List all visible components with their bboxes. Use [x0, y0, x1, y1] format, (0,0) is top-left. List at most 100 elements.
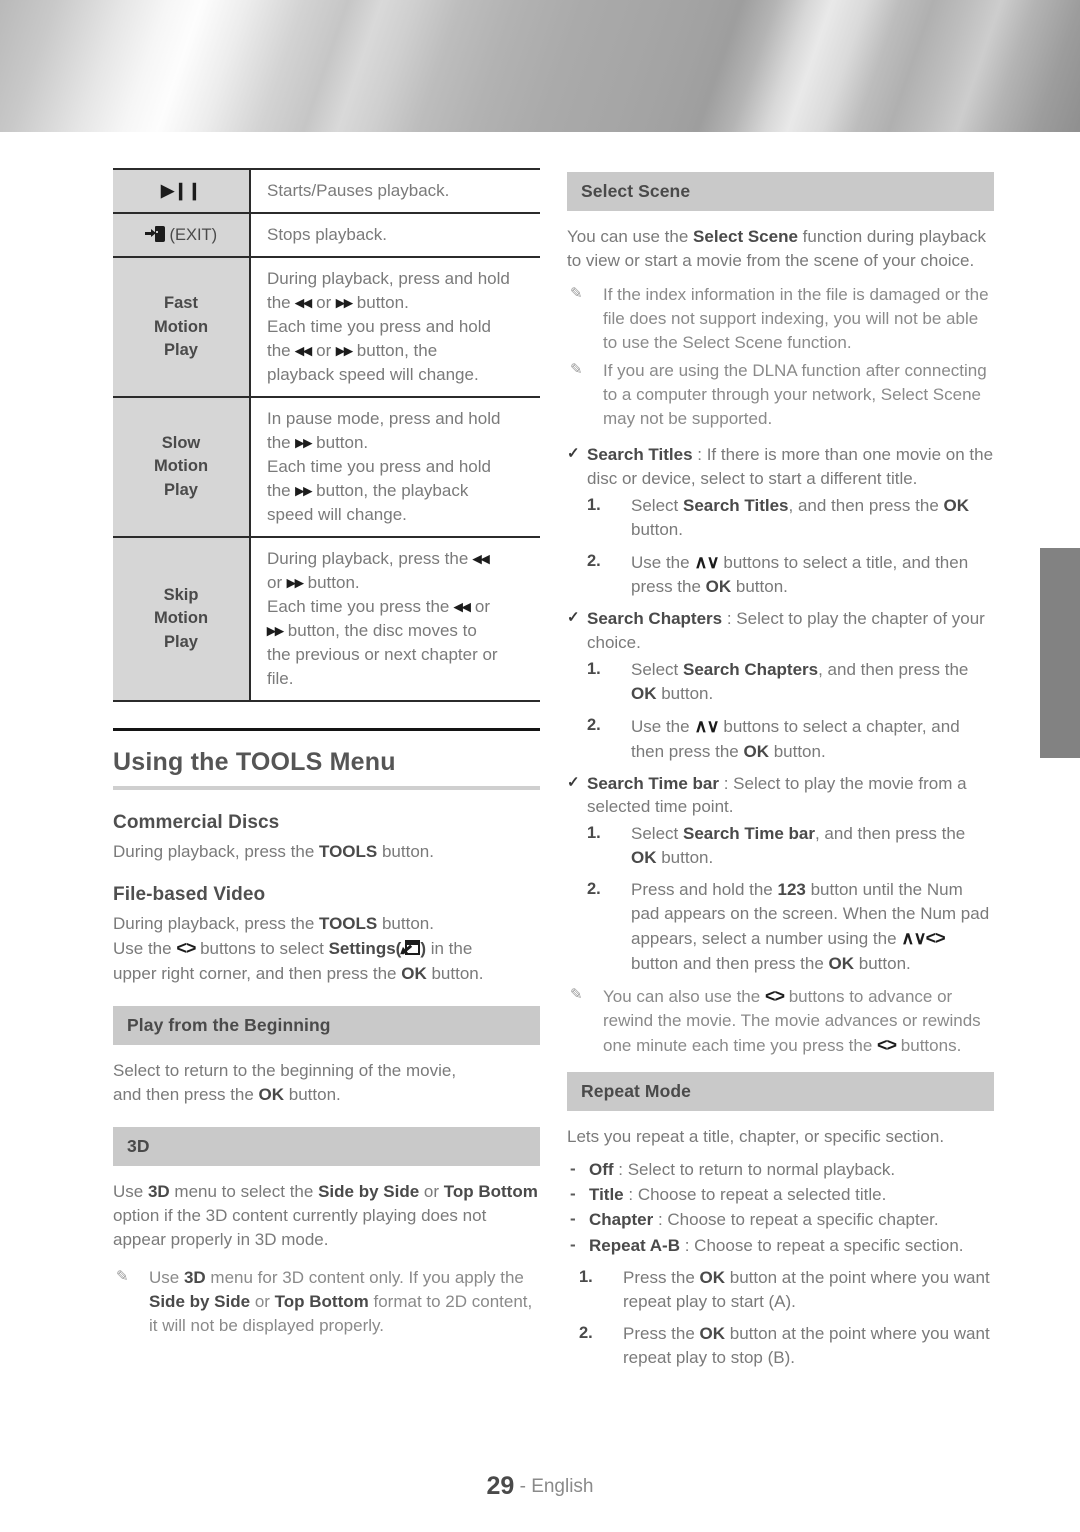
exit-door-icon	[144, 225, 165, 242]
fast-forward-icon: ▸▸	[295, 433, 312, 453]
repeat-option-title: - Title : Choose to repeat a selected tit…	[567, 1183, 994, 1207]
colon: :	[623, 1184, 638, 1204]
text-pre: During playback, press the	[113, 914, 319, 934]
search-titles-steps: 1. Select Search Titles, and then press t…	[567, 494, 994, 599]
section-divider	[113, 727, 540, 731]
dash-bullet-icon: -	[570, 1234, 576, 1254]
file-based-video-body: During playback, press the TOOLS button.…	[113, 912, 540, 986]
list-item: 1. Select Search Time bar, and then press…	[567, 822, 994, 870]
text-b: , and then press the	[814, 824, 966, 844]
text-a: and then press the	[113, 1084, 259, 1104]
side-by-side-option: Side by Side	[149, 1292, 251, 1312]
fast-forward-icon: ▸▸	[286, 573, 304, 593]
page-number: 29	[486, 1472, 515, 1500]
footer-separator: -	[519, 1476, 526, 1497]
repeat-mode-steps: 1. Press the OK button at the point where…	[567, 1266, 994, 1370]
key-cell-exit: (EXIT)	[113, 212, 251, 258]
fast-forward-icon: ▸▸	[336, 293, 353, 313]
up-down-arrows-icon: ∧∨	[694, 551, 719, 572]
text-c: or	[250, 1292, 275, 1312]
step-number: 2.	[579, 1324, 593, 1343]
section-bar-repeat-mode: Repeat Mode	[567, 1072, 994, 1112]
left-column: ▶❙❙ Starts/Pauses playback. (EXIT) Stops…	[113, 167, 540, 1342]
ok-button-name: OK	[401, 963, 427, 983]
option-label: Title	[589, 1184, 624, 1204]
ok-button-name: OK	[699, 1268, 726, 1288]
desc-cell-play-pause: Starts/Pauses playback.	[250, 167, 540, 214]
desc-cell-slow-motion-play: In pause mode, press and hold the ▸▸ but…	[250, 396, 540, 538]
table-row: ▶❙❙ Starts/Pauses playback.	[113, 167, 540, 214]
option-desc: Choose to repeat a selected title.	[637, 1184, 887, 1204]
section-bar-select-scene: Select Scene	[567, 172, 994, 211]
list-item: 1. Select Search Chapters, and then press…	[567, 658, 994, 706]
text-d: option if the 3D content currently playi…	[113, 1206, 487, 1250]
page-title: Using the TOOLS Menu	[113, 747, 396, 776]
list-item: 2. Press the OK button at the point where…	[567, 1322, 994, 1370]
text-a: Press the	[623, 1268, 700, 1288]
commercial-discs-body: During playback, press the TOOLS button.	[113, 840, 540, 864]
ok-button-name: OK	[828, 953, 855, 973]
colon: :	[680, 1235, 695, 1255]
text-a: Press and hold the	[631, 880, 778, 900]
step-number: 1.	[579, 1268, 593, 1287]
ok-button-name: OK	[631, 684, 657, 704]
text-c: button.	[631, 519, 683, 539]
text-a: Use	[113, 1182, 148, 1202]
text-b: menu for 3D content only. If you apply t…	[205, 1268, 524, 1288]
page-language: English	[531, 1476, 594, 1497]
three-d-body: Use 3D menu to select the Side by Side o…	[113, 1180, 540, 1252]
table-row: Fast Motion Play During playback, press an…	[113, 256, 540, 398]
left-right-arrows-icon: <>	[764, 985, 785, 1006]
text-b: , and then press the	[788, 496, 944, 515]
select-scene-intro: You can use the Select Scene function du…	[567, 225, 994, 273]
text-a: Select	[631, 496, 683, 515]
text-a: Use	[149, 1268, 184, 1288]
option-label: Repeat A-B	[589, 1235, 680, 1255]
text-d: button.	[854, 953, 911, 973]
colon: :	[653, 1210, 668, 1230]
step-number: 2.	[587, 551, 601, 570]
title-underline	[113, 785, 540, 790]
three-d-menu-name: 3D	[147, 1182, 170, 1202]
desc-cell-fast-motion-play: During playback, press and hold the ◂◂ o…	[250, 256, 540, 398]
button-function-table: ▶❙❙ Starts/Pauses playback. (EXIT) Stops…	[113, 167, 540, 702]
key-cell-skip-motion-play: Skip Motion Play	[113, 536, 251, 702]
key-cell-play-pause: ▶❙❙	[113, 167, 251, 214]
option-desc: Select to return to normal playback.	[627, 1159, 896, 1179]
step-number: 2.	[587, 880, 601, 899]
text-post: button.	[377, 841, 434, 861]
pencil-note-icon: ✎	[570, 361, 583, 379]
side-tab-label: Playing Content	[1054, 382, 1076, 535]
repeat-option-chapter: - Chapter : Choose to repeat a specific c…	[567, 1208, 994, 1232]
step-number: 2.	[587, 716, 601, 735]
text-b: menu to select the	[169, 1182, 319, 1202]
subheading-commercial-discs: Commercial Discs	[113, 811, 280, 833]
colon: :	[692, 445, 707, 465]
check-bullet-icon: ✓	[567, 773, 580, 791]
repeat-option-off: - Off : Select to return to normal playba…	[567, 1158, 994, 1182]
search-chapters-steps: 1. Select Search Chapters, and then press…	[567, 658, 994, 763]
list-item: 2. Use the ∧∨ buttons to select a chapter…	[567, 714, 994, 763]
key-cell-exit-label: (EXIT)	[169, 225, 218, 244]
text-a: Use the	[631, 552, 695, 572]
search-time-bar-label: Search Time bar	[587, 773, 719, 793]
text-a: You can use the	[567, 227, 694, 246]
left-right-arrows-icon: <>	[176, 938, 196, 959]
search-time-bar-steps: 1. Select Search Time bar, and then press…	[567, 822, 994, 975]
list-item: 1. Press the OK button at the point where…	[567, 1266, 994, 1314]
three-d-menu-name: 3D	[183, 1268, 206, 1288]
list-item: 1. Select Search Titles, and then press t…	[567, 494, 994, 542]
text-line1: Select to return to the beginning of the…	[113, 1060, 457, 1080]
tools-button-name: TOOLS	[319, 841, 378, 861]
rewind-icon: ◂◂	[295, 293, 312, 313]
num-123-button-name: 123	[777, 880, 806, 900]
text-c: button.	[656, 848, 714, 868]
note-text: If you are using the DLNA function after…	[603, 361, 987, 429]
note-select-scene-index: ✎ If the index information in the file is…	[567, 283, 994, 355]
top-bottom-option: Top Bottom	[274, 1292, 369, 1312]
search-titles-label: Search Titles	[587, 445, 693, 465]
note-text: If the index information in the file is …	[603, 285, 989, 353]
text-c: button.	[731, 577, 788, 597]
text-pre: During playback, press the	[113, 841, 319, 861]
text-a: Use the	[113, 939, 177, 959]
